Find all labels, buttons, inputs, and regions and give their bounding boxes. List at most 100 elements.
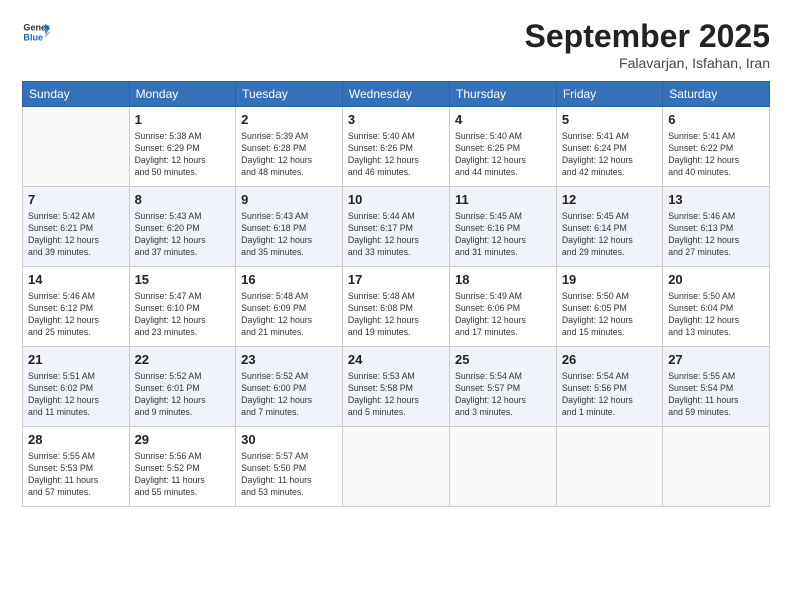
calendar-cell: 23 Sunrise: 5:52 AM Sunset: 6:00 PM Dayli… — [236, 347, 343, 427]
day-info: Sunrise: 5:44 AM Sunset: 6:17 PM Dayligh… — [348, 211, 444, 259]
day-info: Sunrise: 5:48 AM Sunset: 6:08 PM Dayligh… — [348, 291, 444, 339]
calendar-cell — [450, 427, 557, 507]
day-number: 16 — [241, 271, 337, 289]
logo: General Blue — [22, 18, 50, 46]
day-info: Sunrise: 5:55 AM Sunset: 5:53 PM Dayligh… — [28, 451, 124, 499]
day-number: 14 — [28, 271, 124, 289]
day-number: 25 — [455, 351, 551, 369]
day-number: 23 — [241, 351, 337, 369]
day-info: Sunrise: 5:40 AM Sunset: 6:26 PM Dayligh… — [348, 131, 444, 179]
day-info: Sunrise: 5:49 AM Sunset: 6:06 PM Dayligh… — [455, 291, 551, 339]
calendar-cell: 13 Sunrise: 5:46 AM Sunset: 6:13 PM Dayli… — [663, 187, 770, 267]
calendar-cell: 21 Sunrise: 5:51 AM Sunset: 6:02 PM Dayli… — [23, 347, 130, 427]
day-number: 29 — [135, 431, 231, 449]
calendar-cell — [342, 427, 449, 507]
day-number: 11 — [455, 191, 551, 209]
calendar-cell: 10 Sunrise: 5:44 AM Sunset: 6:17 PM Dayli… — [342, 187, 449, 267]
day-number: 6 — [668, 111, 764, 129]
day-number: 27 — [668, 351, 764, 369]
week-row-3: 14 Sunrise: 5:46 AM Sunset: 6:12 PM Dayli… — [23, 267, 770, 347]
day-number: 15 — [135, 271, 231, 289]
calendar-cell: 28 Sunrise: 5:55 AM Sunset: 5:53 PM Dayli… — [23, 427, 130, 507]
day-number: 30 — [241, 431, 337, 449]
calendar-cell: 9 Sunrise: 5:43 AM Sunset: 6:18 PM Daylig… — [236, 187, 343, 267]
day-info: Sunrise: 5:52 AM Sunset: 6:00 PM Dayligh… — [241, 371, 337, 419]
calendar-cell — [663, 427, 770, 507]
col-header-wednesday: Wednesday — [342, 82, 449, 107]
day-info: Sunrise: 5:57 AM Sunset: 5:50 PM Dayligh… — [241, 451, 337, 499]
day-number: 5 — [562, 111, 657, 129]
day-info: Sunrise: 5:43 AM Sunset: 6:18 PM Dayligh… — [241, 211, 337, 259]
calendar-cell: 2Sunrise: 5:39 AM Sunset: 6:28 PM Daylig… — [236, 107, 343, 187]
day-number: 21 — [28, 351, 124, 369]
day-info: Sunrise: 5:42 AM Sunset: 6:21 PM Dayligh… — [28, 211, 124, 259]
day-number: 18 — [455, 271, 551, 289]
calendar-cell: 15 Sunrise: 5:47 AM Sunset: 6:10 PM Dayli… — [129, 267, 236, 347]
calendar-cell: 22Sunrise: 5:52 AM Sunset: 6:01 PM Dayli… — [129, 347, 236, 427]
week-row-2: 7 Sunrise: 5:42 AM Sunset: 6:21 PM Daylig… — [23, 187, 770, 267]
col-header-monday: Monday — [129, 82, 236, 107]
col-header-saturday: Saturday — [663, 82, 770, 107]
location: Falavarjan, Isfahan, Iran — [525, 55, 770, 71]
calendar-cell: 12 Sunrise: 5:45 AM Sunset: 6:14 PM Dayli… — [556, 187, 662, 267]
day-info: Sunrise: 5:48 AM Sunset: 6:09 PM Dayligh… — [241, 291, 337, 339]
day-info: Sunrise: 5:38 AM Sunset: 6:29 PM Dayligh… — [135, 131, 231, 179]
calendar-cell — [556, 427, 662, 507]
col-header-sunday: Sunday — [23, 82, 130, 107]
calendar-cell: 4Sunrise: 5:40 AM Sunset: 6:25 PM Daylig… — [450, 107, 557, 187]
day-info: Sunrise: 5:45 AM Sunset: 6:16 PM Dayligh… — [455, 211, 551, 259]
day-number: 10 — [348, 191, 444, 209]
logo-icon: General Blue — [22, 18, 50, 46]
calendar-cell: 16 Sunrise: 5:48 AM Sunset: 6:09 PM Dayli… — [236, 267, 343, 347]
day-info: Sunrise: 5:55 AM Sunset: 5:54 PM Dayligh… — [668, 371, 764, 419]
calendar-cell — [23, 107, 130, 187]
week-row-5: 28 Sunrise: 5:55 AM Sunset: 5:53 PM Dayli… — [23, 427, 770, 507]
day-number: 13 — [668, 191, 764, 209]
day-info: Sunrise: 5:56 AM Sunset: 5:52 PM Dayligh… — [135, 451, 231, 499]
day-number: 24 — [348, 351, 444, 369]
col-header-friday: Friday — [556, 82, 662, 107]
calendar-cell: 19Sunrise: 5:50 AM Sunset: 6:05 PM Dayli… — [556, 267, 662, 347]
day-info: Sunrise: 5:40 AM Sunset: 6:25 PM Dayligh… — [455, 131, 551, 179]
day-info: Sunrise: 5:51 AM Sunset: 6:02 PM Dayligh… — [28, 371, 124, 419]
calendar-cell: 5Sunrise: 5:41 AM Sunset: 6:24 PM Daylig… — [556, 107, 662, 187]
day-info: Sunrise: 5:46 AM Sunset: 6:13 PM Dayligh… — [668, 211, 764, 259]
day-info: Sunrise: 5:41 AM Sunset: 6:22 PM Dayligh… — [668, 131, 764, 179]
day-number: 8 — [135, 191, 231, 209]
calendar-cell: 7 Sunrise: 5:42 AM Sunset: 6:21 PM Daylig… — [23, 187, 130, 267]
calendar-cell: 30 Sunrise: 5:57 AM Sunset: 5:50 PM Dayli… — [236, 427, 343, 507]
week-row-1: 1 Sunrise: 5:38 AM Sunset: 6:29 PM Daylig… — [23, 107, 770, 187]
day-info: Sunrise: 5:54 AM Sunset: 5:57 PM Dayligh… — [455, 371, 551, 419]
day-number: 22 — [135, 351, 231, 369]
calendar-cell: 24 Sunrise: 5:53 AM Sunset: 5:58 PM Dayli… — [342, 347, 449, 427]
day-info: Sunrise: 5:54 AM Sunset: 5:56 PM Dayligh… — [562, 371, 657, 419]
day-number: 28 — [28, 431, 124, 449]
day-info: Sunrise: 5:45 AM Sunset: 6:14 PM Dayligh… — [562, 211, 657, 259]
day-number: 12 — [562, 191, 657, 209]
calendar-cell: 25 Sunrise: 5:54 AM Sunset: 5:57 PM Dayli… — [450, 347, 557, 427]
day-number: 19 — [562, 271, 657, 289]
day-info: Sunrise: 5:46 AM Sunset: 6:12 PM Dayligh… — [28, 291, 124, 339]
day-number: 7 — [28, 191, 124, 209]
day-number: 17 — [348, 271, 444, 289]
day-info: Sunrise: 5:47 AM Sunset: 6:10 PM Dayligh… — [135, 291, 231, 339]
col-header-tuesday: Tuesday — [236, 82, 343, 107]
calendar-cell: 20 Sunrise: 5:50 AM Sunset: 6:04 PM Dayli… — [663, 267, 770, 347]
calendar-cell: 11 Sunrise: 5:45 AM Sunset: 6:16 PM Dayli… — [450, 187, 557, 267]
day-number: 20 — [668, 271, 764, 289]
day-number: 1 — [135, 111, 231, 129]
col-header-thursday: Thursday — [450, 82, 557, 107]
calendar-cell: 18 Sunrise: 5:49 AM Sunset: 6:06 PM Dayli… — [450, 267, 557, 347]
day-info: Sunrise: 5:53 AM Sunset: 5:58 PM Dayligh… — [348, 371, 444, 419]
calendar-cell: 29 Sunrise: 5:56 AM Sunset: 5:52 PM Dayli… — [129, 427, 236, 507]
day-number: 2 — [241, 111, 337, 129]
day-number: 26 — [562, 351, 657, 369]
title-block: September 2025 Falavarjan, Isfahan, Iran — [525, 18, 770, 71]
calendar-cell: 26 Sunrise: 5:54 AM Sunset: 5:56 PM Dayli… — [556, 347, 662, 427]
day-number: 9 — [241, 191, 337, 209]
calendar-cell: 17 Sunrise: 5:48 AM Sunset: 6:08 PM Dayli… — [342, 267, 449, 347]
day-info: Sunrise: 5:50 AM Sunset: 6:04 PM Dayligh… — [668, 291, 764, 339]
page-header: General Blue September 2025 Falavarjan, … — [22, 18, 770, 71]
day-info: Sunrise: 5:43 AM Sunset: 6:20 PM Dayligh… — [135, 211, 231, 259]
calendar-cell: 8 Sunrise: 5:43 AM Sunset: 6:20 PM Daylig… — [129, 187, 236, 267]
